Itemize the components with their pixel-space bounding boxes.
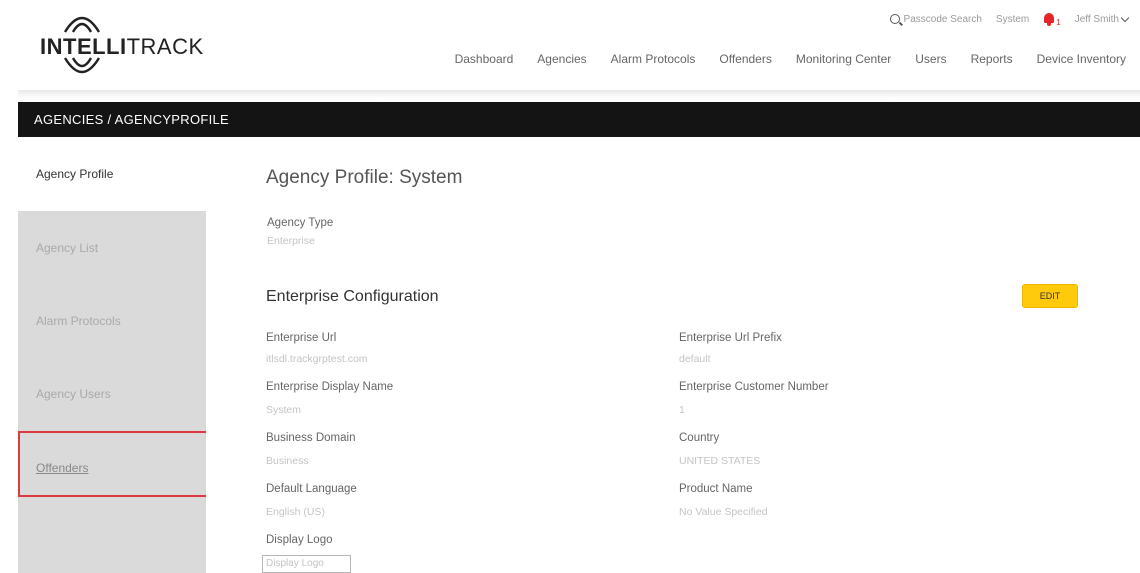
sidebar-item-agency-list[interactable]: Agency List	[18, 211, 206, 284]
main-nav: Dashboard Agencies Alarm Protocols Offen…	[443, 52, 1138, 66]
user-name: Jeff Smith	[1074, 13, 1119, 25]
nav-agencies[interactable]: Agencies	[525, 52, 598, 66]
bell-icon	[1043, 12, 1055, 26]
user-menu[interactable]: Jeff Smith	[1074, 13, 1130, 25]
sidebar-item-label: Agency Profile	[36, 167, 114, 181]
nav-reports[interactable]: Reports	[959, 52, 1025, 66]
business-domain-value: Business	[266, 455, 309, 467]
sidebar-item-alarm-protocols[interactable]: Alarm Protocols	[18, 284, 206, 357]
notification-count: 1	[1056, 17, 1061, 27]
header-divider	[18, 90, 1140, 98]
country-value: UNITED STATES	[679, 455, 761, 467]
customer-number-label: Enterprise Customer Number	[679, 381, 829, 393]
enterprise-url-label: Enterprise Url	[266, 332, 337, 344]
passcode-search-label: Passcode Search	[903, 13, 982, 25]
display-logo-label: Display Logo	[266, 534, 333, 546]
search-icon	[889, 14, 900, 24]
sidebar-item-label: Agency List	[36, 240, 99, 255]
product-name-label: Product Name	[679, 483, 753, 495]
enterprise-url-value: itlsdl.trackgrptest.com	[266, 353, 368, 365]
sidebar-item-label: Agency Users	[36, 386, 111, 401]
agency-type-value: Enterprise	[267, 235, 315, 247]
default-language-label: Default Language	[266, 483, 357, 495]
enterprise-url-prefix-label: Enterprise Url Prefix	[679, 332, 782, 344]
default-language-value: English (US)	[266, 506, 325, 518]
display-name-label: Enterprise Display Name	[266, 381, 394, 393]
sidebar-item-agency-users[interactable]: Agency Users	[18, 357, 206, 430]
breadcrumb-text: AGENCIES / AGENCYPROFILE	[34, 112, 230, 127]
breadcrumb: AGENCIES / AGENCYPROFILE	[18, 102, 1140, 137]
enterprise-url-prefix-value: default	[679, 353, 711, 365]
nav-dashboard[interactable]: Dashboard	[443, 52, 526, 66]
display-logo-image: Display Logo	[262, 555, 351, 573]
passcode-search-link[interactable]: Passcode Search	[889, 13, 982, 25]
business-domain-label: Business Domain	[266, 432, 356, 444]
nav-monitoring-center[interactable]: Monitoring Center	[784, 52, 903, 66]
sidebar-item-offenders[interactable]: Offenders	[18, 431, 206, 504]
sidebar-item-agency-profile[interactable]: Agency Profile	[18, 137, 206, 211]
sidebar-item-label: Alarm Protocols	[36, 313, 121, 328]
edit-button[interactable]: EDIT	[1022, 284, 1078, 308]
display-name-value: System	[266, 404, 302, 416]
intellitrack-logo[interactable]: INTELLITRACK	[20, 4, 203, 74]
enterprise-config-title: Enterprise Configuration	[266, 288, 439, 305]
agency-type-label: Agency Type	[267, 217, 334, 229]
product-name-value: No Value Specified	[679, 506, 768, 518]
page-title: Agency Profile: System	[266, 167, 463, 188]
main-content: Agency Profile: System Agency Type Enter…	[206, 137, 1140, 573]
country-label: Country	[679, 432, 720, 444]
app-header: INTELLITRACK Passcode Search System 1 Je…	[0, 0, 1140, 90]
system-link[interactable]: System	[996, 14, 1029, 25]
logo-bottom-arc-icon	[63, 57, 101, 74]
nav-device-inventory[interactable]: Device Inventory	[1025, 52, 1138, 66]
sidebar: Agency Profile Agency List Alarm Protoco…	[18, 137, 206, 573]
nav-alarm-protocols[interactable]: Alarm Protocols	[599, 52, 708, 66]
notifications-button[interactable]: 1	[1043, 12, 1061, 27]
chevron-down-icon	[1120, 13, 1130, 22]
logo-top-arc-icon	[63, 16, 101, 33]
sidebar-item-label: Offenders	[36, 460, 89, 475]
utility-bar: Passcode Search System 1 Jeff Smith	[889, 10, 1130, 28]
logo-light-text: TRACK	[126, 34, 204, 59]
nav-users[interactable]: Users	[903, 52, 958, 66]
nav-offenders[interactable]: Offenders	[707, 52, 783, 66]
customer-number-value: 1	[679, 404, 685, 416]
